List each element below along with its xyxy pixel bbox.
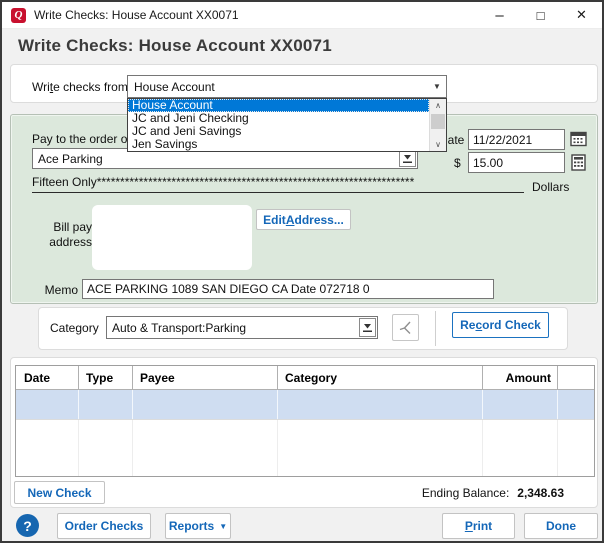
reports-label: Reports xyxy=(169,519,214,533)
category-input[interactable] xyxy=(107,317,358,338)
memo-input[interactable] xyxy=(82,279,494,299)
row-divider xyxy=(132,390,133,419)
ending-balance: Ending Balance: 2,348.63 xyxy=(302,486,564,500)
close-icon[interactable]: ✕ xyxy=(561,2,602,28)
category-field-wrap xyxy=(106,316,378,339)
dropdown-option-house-account[interactable]: House Account xyxy=(128,99,429,112)
col-header-type: Type xyxy=(86,366,113,390)
calendar-icon[interactable] xyxy=(568,130,588,148)
caret-down-icon: ▼ xyxy=(219,522,227,531)
bill-pay-address-box[interactable] xyxy=(92,205,252,270)
record-check-button[interactable]: Record Check xyxy=(452,312,549,338)
dropdown-to-line-icon xyxy=(362,322,373,333)
ending-balance-label: Ending Balance: xyxy=(422,486,509,500)
order-checks-button[interactable]: Order Checks xyxy=(57,513,151,539)
dollars-label: Dollars xyxy=(532,180,569,194)
bill-pay-label-line2: address xyxy=(30,235,92,249)
column-divider xyxy=(557,420,558,476)
ending-balance-value: 2,348.63 xyxy=(517,486,564,500)
new-check-button[interactable]: New Check xyxy=(14,481,105,504)
column-divider xyxy=(132,420,133,476)
selected-register-row[interactable] xyxy=(16,390,594,419)
column-divider xyxy=(277,420,278,476)
category-label: Category xyxy=(50,321,99,335)
help-icon[interactable]: ? xyxy=(16,514,39,537)
payee-recall-button[interactable] xyxy=(399,150,416,167)
dropdown-scrollbar[interactable]: ∧ ∨ xyxy=(429,99,446,151)
scrollbar-thumb[interactable] xyxy=(431,114,445,129)
dropdown-to-line-icon xyxy=(402,153,413,164)
scroll-up-icon[interactable]: ∧ xyxy=(430,99,446,112)
quicken-logo-icon: Q xyxy=(11,8,26,23)
reports-button[interactable]: Reports ▼ xyxy=(165,513,231,539)
header-divider xyxy=(557,366,558,390)
account-combobox-value: House Account xyxy=(128,80,428,94)
header-divider xyxy=(132,366,133,390)
date-input[interactable] xyxy=(468,129,565,150)
window-controls: – □ ✕ xyxy=(479,2,602,28)
print-button[interactable]: Print xyxy=(442,513,515,539)
row-divider xyxy=(482,390,483,419)
amount-input[interactable] xyxy=(468,152,565,173)
category-divider xyxy=(435,311,436,346)
col-header-payee: Payee xyxy=(140,366,175,390)
col-header-date: Date xyxy=(24,366,50,390)
row-separator xyxy=(16,419,594,420)
write-checks-window: Q Write Checks: House Account XX0071 – □… xyxy=(0,0,604,543)
account-dropdown-items: House Account JC and Jeni Checking JC an… xyxy=(128,99,429,151)
write-checks-from-label: Write checks from: xyxy=(32,80,131,94)
header-divider xyxy=(277,366,278,390)
column-divider xyxy=(78,420,79,476)
split-transaction-button[interactable] xyxy=(392,314,419,341)
col-header-category: Category xyxy=(285,366,337,390)
window-title: Write Checks: House Account XX0071 xyxy=(34,8,239,22)
register-table: Date Type Payee Category Amount xyxy=(15,365,595,477)
dropdown-option-jc-jeni-checking[interactable]: JC and Jeni Checking xyxy=(128,112,429,125)
chevron-down-icon[interactable]: ▼ xyxy=(428,82,446,91)
row-divider xyxy=(277,390,278,419)
maximize-icon[interactable]: □ xyxy=(520,2,561,28)
title-bar: Q Write Checks: House Account XX0071 – □… xyxy=(2,2,602,29)
column-divider xyxy=(482,420,483,476)
col-header-amount: Amount xyxy=(482,366,551,390)
register-header-row: Date Type Payee Category Amount xyxy=(16,366,594,390)
dollar-sign-label: $ xyxy=(454,156,461,170)
header-divider xyxy=(78,366,79,390)
account-dropdown-list: House Account JC and Jeni Checking JC an… xyxy=(127,98,447,152)
minimize-icon[interactable]: – xyxy=(479,2,520,28)
done-button[interactable]: Done xyxy=(524,513,598,539)
memo-label: Memo xyxy=(34,283,78,297)
account-combobox[interactable]: House Account ▼ xyxy=(127,75,447,98)
bill-pay-label-line1: Bill pay xyxy=(30,220,92,234)
edit-address-button[interactable]: Edit Address... xyxy=(256,209,351,230)
dropdown-option-jen-savings[interactable]: Jen Savings xyxy=(128,138,429,151)
page-title: Write Checks: House Account XX0071 xyxy=(18,36,332,56)
scroll-down-icon[interactable]: ∨ xyxy=(430,138,446,151)
calculator-icon[interactable] xyxy=(569,153,587,172)
header-divider xyxy=(482,366,483,390)
split-icon xyxy=(397,319,414,336)
row-divider xyxy=(78,390,79,419)
amount-in-words: Fifteen Only****************************… xyxy=(32,175,524,193)
row-divider xyxy=(557,390,558,419)
pay-to-order-label: Pay to the order of xyxy=(32,132,131,146)
dropdown-option-jc-jeni-savings[interactable]: JC and Jeni Savings xyxy=(128,125,429,138)
category-recall-button[interactable] xyxy=(359,318,376,337)
